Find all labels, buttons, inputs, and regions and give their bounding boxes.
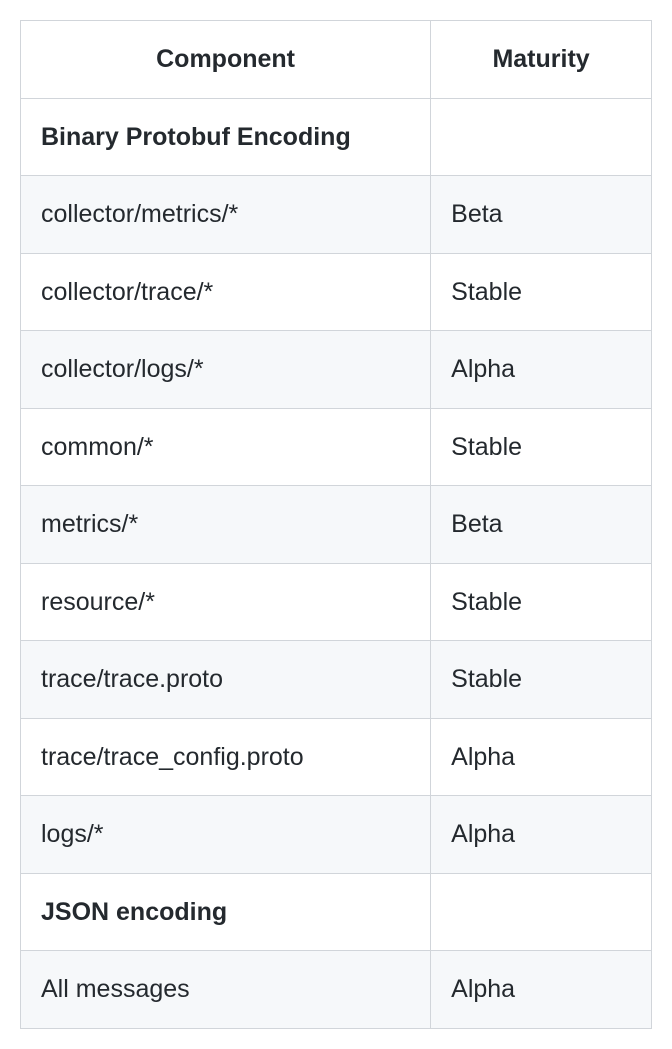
table-row: logs/*Alpha [21, 796, 652, 874]
cell-component: collector/trace/* [21, 253, 431, 331]
cell-component: All messages [21, 951, 431, 1029]
table-row: JSON encoding [21, 873, 652, 951]
cell-maturity: Stable [431, 408, 652, 486]
cell-maturity [431, 873, 652, 951]
cell-maturity: Alpha [431, 718, 652, 796]
table-row: metrics/*Beta [21, 486, 652, 564]
table-row: All messagesAlpha [21, 951, 652, 1029]
table-row: collector/logs/*Alpha [21, 331, 652, 409]
table-row: resource/*Stable [21, 563, 652, 641]
cell-component: collector/logs/* [21, 331, 431, 409]
cell-maturity: Stable [431, 253, 652, 331]
cell-component: logs/* [21, 796, 431, 874]
table-row: common/*Stable [21, 408, 652, 486]
cell-component: resource/* [21, 563, 431, 641]
cell-component: trace/trace_config.proto [21, 718, 431, 796]
cell-maturity: Alpha [431, 331, 652, 409]
cell-component: JSON encoding [21, 873, 431, 951]
table-row: Binary Protobuf Encoding [21, 98, 652, 176]
table-row: trace/trace.protoStable [21, 641, 652, 719]
header-component: Component [21, 21, 431, 99]
cell-component: metrics/* [21, 486, 431, 564]
cell-maturity: Alpha [431, 951, 652, 1029]
table-row: trace/trace_config.protoAlpha [21, 718, 652, 796]
table-body: Binary Protobuf Encodingcollector/metric… [21, 98, 652, 1028]
cell-component: collector/metrics/* [21, 176, 431, 254]
cell-component: trace/trace.proto [21, 641, 431, 719]
cell-maturity: Beta [431, 176, 652, 254]
table-row: collector/metrics/*Beta [21, 176, 652, 254]
table-row: collector/trace/*Stable [21, 253, 652, 331]
cell-maturity [431, 98, 652, 176]
header-row: Component Maturity [21, 21, 652, 99]
maturity-table: Component Maturity Binary Protobuf Encod… [20, 20, 652, 1029]
cell-maturity: Beta [431, 486, 652, 564]
cell-component: Binary Protobuf Encoding [21, 98, 431, 176]
cell-component: common/* [21, 408, 431, 486]
cell-maturity: Stable [431, 563, 652, 641]
cell-maturity: Alpha [431, 796, 652, 874]
header-maturity: Maturity [431, 21, 652, 99]
cell-maturity: Stable [431, 641, 652, 719]
